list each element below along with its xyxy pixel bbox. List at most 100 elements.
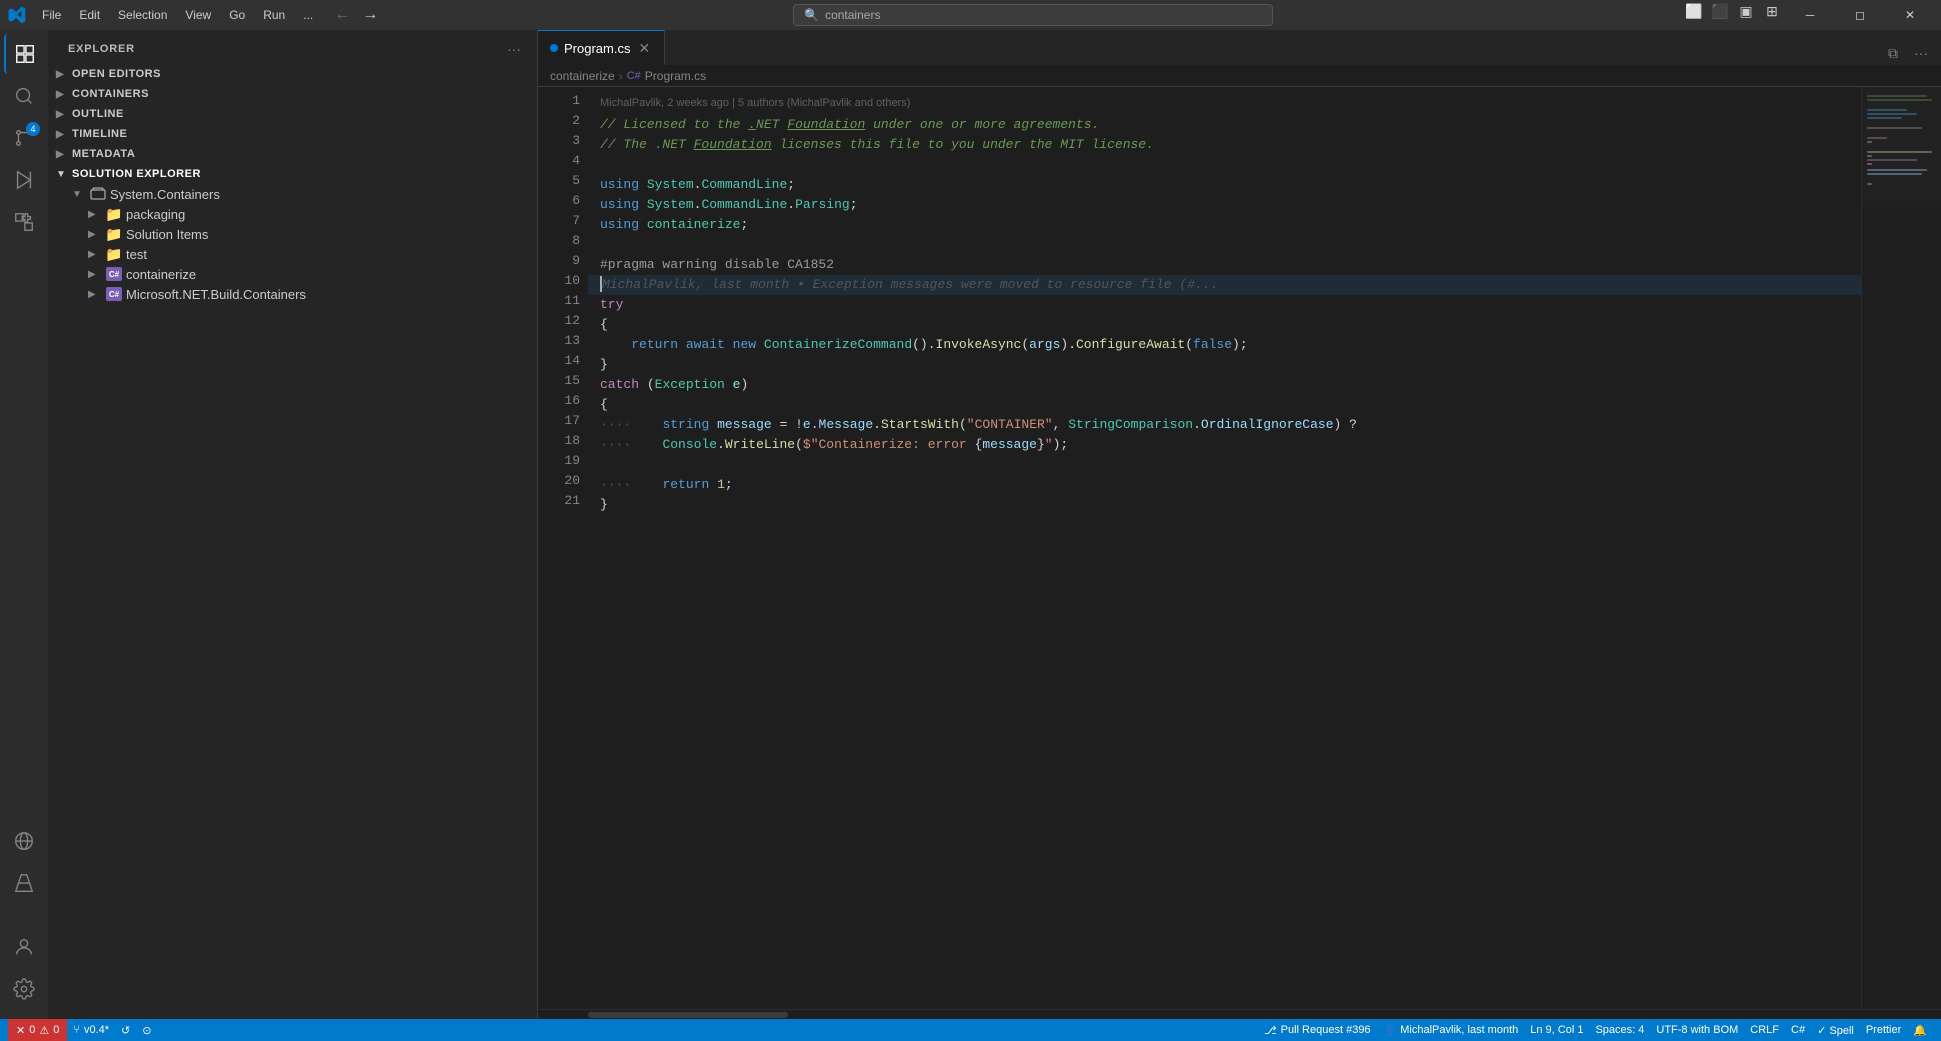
sync-status[interactable]: ↺ — [115, 1019, 136, 1041]
indentation-label: Spaces: 4 — [1595, 1024, 1644, 1036]
tab-close-button[interactable]: ✕ — [636, 40, 652, 57]
metadata-chevron-icon: ▶ — [56, 149, 68, 160]
horizontal-scrollbar[interactable] — [538, 1009, 1941, 1019]
spell-status[interactable]: ✓ Spell — [1811, 1019, 1860, 1041]
containers-header[interactable]: ▶ CONTAINERS — [48, 84, 537, 104]
microsoft-net-label: Microsoft.NET.Build.Containers — [126, 287, 306, 302]
source-control-badge: 4 — [26, 122, 40, 136]
error-status[interactable]: ✕ 0 ⚠ 0 — [8, 1019, 67, 1041]
prettier-label: Prettier — [1866, 1024, 1901, 1036]
global-search-box[interactable]: 🔍 containers — [793, 4, 1273, 26]
more-actions-button[interactable]: ··· — [1909, 41, 1933, 65]
metadata-label: METADATA — [72, 148, 135, 160]
code-line-6: using containerize; — [588, 215, 1861, 235]
split-editor-button[interactable]: ⧉ — [1881, 41, 1905, 65]
tree-item-solution-items[interactable]: ▶ 📁 Solution Items — [48, 224, 537, 244]
view-menu[interactable]: View — [177, 6, 219, 24]
search-icon: 🔍 — [804, 8, 819, 22]
blame-annotation: MichalPavlik, 2 weeks ago | 5 authors (M… — [588, 91, 1861, 115]
open-editors-chevron-icon: ▶ — [56, 69, 68, 80]
explorer-activity-button[interactable] — [4, 34, 44, 74]
close-button[interactable]: ✕ — [1887, 0, 1933, 30]
indentation-status[interactable]: Spaces: 4 — [1589, 1019, 1650, 1041]
restore-button[interactable]: ◻ — [1837, 0, 1883, 30]
error-icon: ✕ — [16, 1024, 25, 1037]
system-containers-icon — [90, 186, 106, 202]
status-bar: ✕ 0 ⚠ 0 ⑂ v0.4* ↺ ⊙ ⎇ Pull Request #396 … — [0, 1019, 1941, 1041]
line-ending-status[interactable]: CRLF — [1744, 1019, 1785, 1041]
code-line-3 — [588, 155, 1861, 175]
minimap — [1861, 87, 1941, 1009]
pull-request-status[interactable]: ⎇ Pull Request #396 — [1258, 1019, 1377, 1041]
account-activity-button[interactable] — [4, 927, 44, 967]
sidebar-more-button[interactable]: ··· — [503, 38, 525, 60]
search-bar: 🔍 containers — [391, 4, 1675, 26]
solution-explorer-header[interactable]: ▼ SOLUTION EXPLORER — [48, 164, 537, 184]
tree-item-test[interactable]: ▶ 📁 test — [48, 244, 537, 264]
tab-bar: Program.cs ✕ ⧉ ··· — [538, 30, 1941, 65]
extensions-activity-button[interactable] — [4, 202, 44, 242]
nav-forward-button[interactable]: → — [357, 4, 383, 26]
timeline-header[interactable]: ▶ TIMELINE — [48, 124, 537, 144]
settings-activity-button[interactable] — [4, 969, 44, 1009]
prettier-status[interactable]: Prettier — [1860, 1019, 1907, 1041]
metadata-header[interactable]: ▶ METADATA — [48, 144, 537, 164]
packaging-chevron-icon: ▶ — [88, 209, 102, 220]
nav-back-button[interactable]: ← — [329, 4, 355, 26]
tree-item-packaging[interactable]: ▶ 📁 packaging — [48, 204, 537, 224]
tree-item-system-containers[interactable]: ▼ System.Containers — [48, 184, 537, 204]
breadcrumb-file[interactable]: Program.cs — [645, 69, 706, 83]
open-editors-header[interactable]: ▶ OPEN EDITORS — [48, 64, 537, 84]
sidebar-header: EXPLORER ··· — [48, 30, 537, 64]
cursor-position-label: Ln 9, Col 1 — [1530, 1024, 1583, 1036]
breadcrumb-root[interactable]: containerize — [550, 69, 615, 83]
search-activity-button[interactable] — [4, 76, 44, 116]
tree-item-containerize[interactable]: ▶ C# containerize — [48, 264, 537, 284]
remote-icon: ⊙ — [142, 1024, 151, 1037]
toggle-panel-button[interactable]: ⬛ — [1709, 0, 1731, 22]
breadcrumb: containerize › C# Program.cs — [538, 65, 1941, 87]
code-line-15: { — [588, 395, 1861, 415]
notifications-status[interactable]: 🔔 — [1907, 1019, 1933, 1041]
file-menu[interactable]: File — [34, 6, 69, 24]
scrollbar-thumb[interactable] — [588, 1012, 788, 1018]
testing-activity-button[interactable] — [4, 863, 44, 903]
code-content[interactable]: MichalPavlik, 2 weeks ago | 5 authors (M… — [588, 87, 1861, 1009]
customize-layout-button[interactable]: ⊞ — [1761, 0, 1783, 22]
cursor-position-status[interactable]: Ln 9, Col 1 — [1524, 1019, 1589, 1041]
more-menu[interactable]: ... — [295, 6, 321, 24]
code-line-21 — [588, 515, 1861, 535]
run-debug-activity-button[interactable] — [4, 160, 44, 200]
window-controls: ⬜ ⬛ ▣ ⊞ ─ ◻ ✕ — [1683, 0, 1933, 30]
bell-icon: 🔔 — [1913, 1024, 1927, 1037]
toggle-sidebar-button[interactable]: ⬜ — [1683, 0, 1705, 22]
run-menu[interactable]: Run — [255, 6, 293, 24]
outline-header[interactable]: ▶ OUTLINE — [48, 104, 537, 124]
minimize-button[interactable]: ─ — [1787, 0, 1833, 30]
sidebar: EXPLORER ··· ▶ OPEN EDITORS ▶ CONTAINERS… — [48, 30, 538, 1019]
toggle-secondary-sidebar-button[interactable]: ▣ — [1735, 0, 1757, 22]
titlebar: File Edit Selection View Go Run ... ← → … — [0, 0, 1941, 30]
encoding-status[interactable]: UTF-8 with BOM — [1650, 1019, 1744, 1041]
git-branch-status[interactable]: ⑂ v0.4* — [67, 1019, 115, 1041]
code-line-14: catch (Exception e) — [588, 375, 1861, 395]
go-menu[interactable]: Go — [221, 6, 253, 24]
tab-program-cs[interactable]: Program.cs ✕ — [538, 30, 665, 65]
code-line-5: using System.CommandLine.Parsing; — [588, 195, 1861, 215]
edit-menu[interactable]: Edit — [71, 6, 108, 24]
solution-explorer-section: ▼ SOLUTION EXPLORER ▼ System.Containers … — [48, 164, 537, 304]
tree-item-microsoft-net[interactable]: ▶ C# Microsoft.NET.Build.Containers — [48, 284, 537, 304]
packaging-label: packaging — [126, 207, 185, 222]
source-control-activity-button[interactable]: 4 — [4, 118, 44, 158]
remote-status[interactable]: ⊙ — [136, 1019, 157, 1041]
remote-explorer-activity-button[interactable] — [4, 821, 44, 861]
code-line-2: // The .NET Foundation licenses this fil… — [588, 135, 1861, 155]
selection-menu[interactable]: Selection — [110, 6, 175, 24]
menu-bar: File Edit Selection View Go Run ... — [34, 6, 321, 24]
containerize-chevron-icon: ▶ — [88, 269, 102, 280]
git-blame-status[interactable]: 👤 MichalPavlik, last month — [1377, 1019, 1525, 1041]
ghost-text: MichalPavlik, last month • Exception mes… — [602, 277, 1218, 292]
language-status[interactable]: C# — [1785, 1019, 1811, 1041]
code-line-10: try — [588, 295, 1861, 315]
minimap-content — [1862, 87, 1941, 1009]
